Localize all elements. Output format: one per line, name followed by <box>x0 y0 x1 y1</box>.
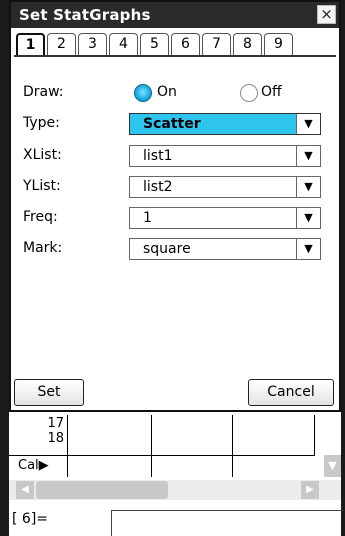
type-label: Type: <box>23 115 60 131</box>
tab-4[interactable]: 4 <box>109 33 138 55</box>
tab-9[interactable]: 9 <box>264 33 293 55</box>
chevron-down-icon[interactable]: ▼ <box>296 146 320 166</box>
row-divider <box>9 455 315 456</box>
chevron-down-icon[interactable]: ▼ <box>296 177 320 197</box>
chevron-down-icon[interactable]: ▼ <box>296 239 320 259</box>
cell-prompt: [ 6]= <box>12 511 49 527</box>
draw-on-label[interactable]: On <box>157 84 177 100</box>
cancel-button[interactable]: Cancel <box>248 379 334 406</box>
tab-6[interactable]: 6 <box>171 33 200 55</box>
freq-select[interactable]: 1 ▼ <box>129 207 321 229</box>
entry-line: [ 6]= <box>9 500 343 536</box>
tab-1[interactable]: 1 <box>16 33 45 55</box>
ylist-value: list2 <box>143 179 173 195</box>
dialog-title: Set StatGraphs <box>19 6 151 24</box>
xlist-value: list1 <box>143 148 173 164</box>
mark-label: Mark: <box>23 240 63 256</box>
chevron-down-icon[interactable]: ▼ <box>296 114 320 134</box>
mark-select[interactable]: square ▼ <box>129 238 321 260</box>
horizontal-scrollbar[interactable]: ◀ ▶ <box>9 480 341 500</box>
draw-off-label[interactable]: Off <box>261 84 282 100</box>
ylist-select[interactable]: list2 ▼ <box>129 176 321 198</box>
draw-off-radio[interactable] <box>240 84 258 102</box>
column-divider <box>232 415 233 477</box>
column-divider <box>151 415 152 477</box>
tab-3[interactable]: 3 <box>78 33 107 55</box>
column-divider <box>314 415 315 455</box>
dialog-titlebar: Set StatGraphs × <box>11 2 339 28</box>
mark-value: square <box>143 241 191 257</box>
ylist-label: YList: <box>23 178 61 194</box>
scroll-left-icon[interactable]: ◀ <box>16 481 34 499</box>
freq-label: Freq: <box>23 209 58 225</box>
cell-entry-field[interactable] <box>111 510 343 536</box>
tab-divider <box>14 55 336 57</box>
tab-7[interactable]: 7 <box>202 33 231 55</box>
tab-8[interactable]: 8 <box>233 33 262 55</box>
row-number-18: 18 <box>47 431 64 446</box>
tab-2[interactable]: 2 <box>47 33 76 55</box>
sheet-scroll-down-button[interactable]: ▼ <box>324 455 341 477</box>
graph-tabs: 1 2 3 4 5 6 7 8 9 <box>16 33 295 55</box>
cal-row-label[interactable]: Cal▶ <box>18 458 49 473</box>
type-value: Scatter <box>143 116 201 132</box>
set-button[interactable]: Set <box>14 379 84 406</box>
frame-right <box>341 0 345 536</box>
xlist-label: XList: <box>23 147 62 163</box>
set-statgraphs-dialog: Set StatGraphs × 1 2 3 4 5 6 7 8 9 Draw:… <box>9 0 341 412</box>
type-select[interactable]: Scatter ▼ <box>129 113 321 135</box>
xlist-select[interactable]: list1 ▼ <box>129 145 321 167</box>
close-button[interactable]: × <box>317 5 336 24</box>
tab-5[interactable]: 5 <box>140 33 169 55</box>
scroll-right-icon[interactable]: ▶ <box>301 481 319 499</box>
frame-left <box>0 0 9 536</box>
draw-label: Draw: <box>23 84 64 100</box>
draw-on-radio[interactable] <box>134 84 152 102</box>
row-number-17: 17 <box>47 416 64 431</box>
scrollbar-thumb[interactable] <box>36 481 168 499</box>
freq-value: 1 <box>143 210 152 226</box>
column-divider <box>67 415 68 477</box>
chevron-down-icon[interactable]: ▼ <box>296 208 320 228</box>
